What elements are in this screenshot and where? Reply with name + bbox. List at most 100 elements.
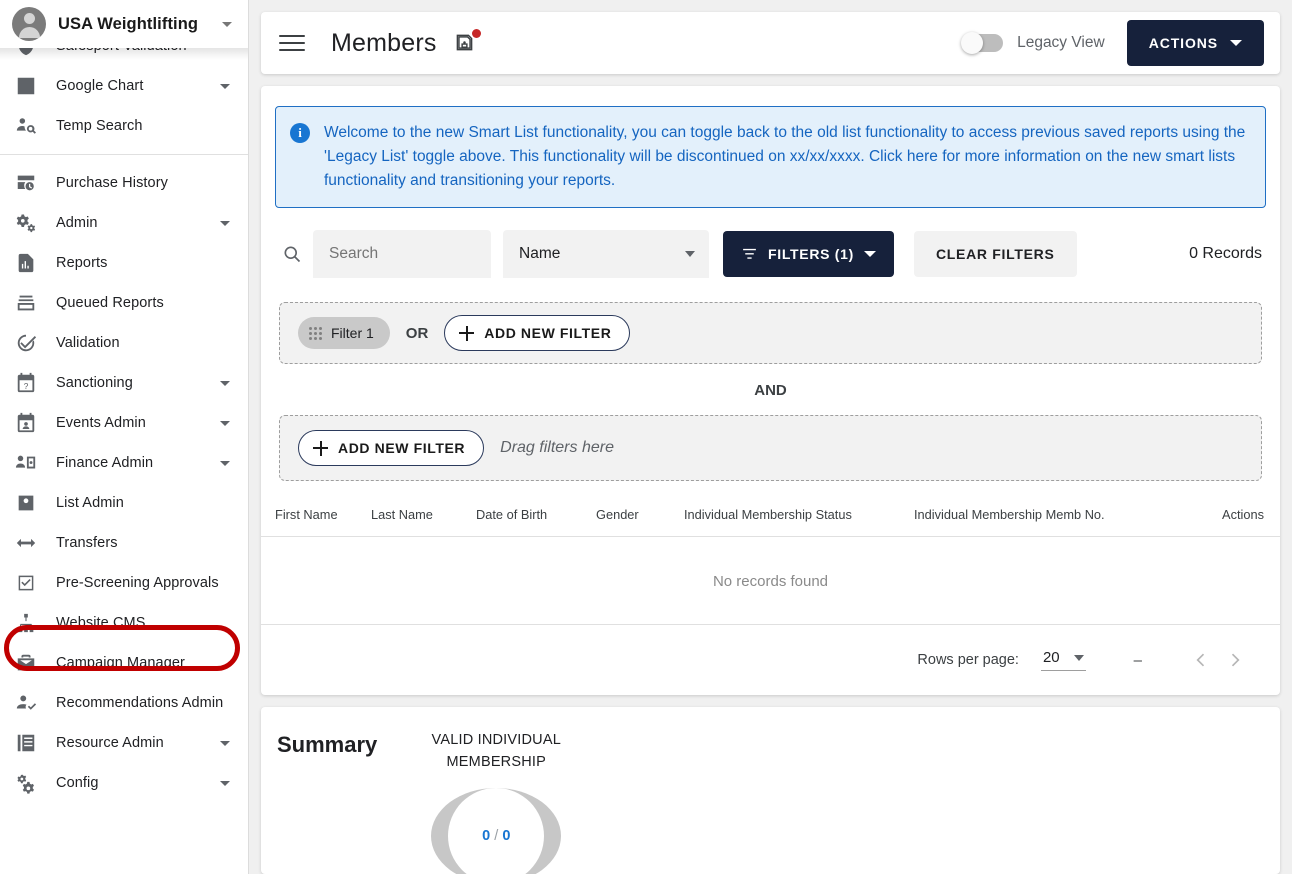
page-title: Members: [331, 28, 437, 57]
hamburger-icon[interactable]: [279, 33, 305, 53]
receipt-clock-icon: [14, 171, 38, 195]
column-gender[interactable]: Gender: [596, 507, 684, 537]
drag-handle-icon[interactable]: [309, 326, 322, 340]
sidebar-item-sanctioning[interactable]: ? Sanctioning: [0, 363, 248, 403]
column-actions[interactable]: Actions: [1179, 507, 1280, 537]
sidebar-item-label: Queued Reports: [56, 295, 164, 311]
chevron-down-icon: [864, 251, 876, 257]
sidebar-item-finance-admin[interactable]: Finance Admin: [0, 443, 248, 483]
donut-chart: 0 / 0: [431, 788, 562, 874]
calendar-person-icon: [14, 411, 38, 435]
column-individual-membership-status[interactable]: Individual Membership Status: [684, 507, 914, 537]
sidebar-group-1: Google Chart Temp Search: [0, 66, 248, 146]
filter-chip[interactable]: Filter 1: [298, 317, 390, 349]
sidebar-item-queued-reports[interactable]: Queued Reports: [0, 283, 248, 323]
members-table: First Name Last Name Date of Birth Gende…: [261, 507, 1280, 625]
id-badge-icon: [14, 491, 38, 515]
clear-filters-button[interactable]: CLEAR FILTERS: [914, 231, 1077, 277]
chevron-down-icon[interactable]: [220, 740, 230, 746]
sidebar-item-label: Resource Admin: [56, 735, 164, 751]
save-list-button[interactable]: [455, 29, 481, 56]
summary-title: Summary: [277, 732, 378, 757]
actions-button[interactable]: ACTIONS: [1126, 20, 1264, 66]
sidebar-divider: [0, 154, 248, 155]
empty-row: No records found: [261, 536, 1280, 625]
chevron-down-icon[interactable]: [220, 83, 230, 89]
sidebar-item-label: Google Chart: [56, 78, 144, 94]
sidebar-item-resource-admin[interactable]: Resource Admin: [0, 723, 248, 763]
column-first-name[interactable]: First Name: [261, 507, 371, 537]
line-chart-icon: [14, 74, 38, 98]
sidebar-item-config[interactable]: Config: [0, 763, 248, 803]
sidebar-item-website-cms[interactable]: Website CMS: [0, 603, 248, 643]
add-filter-label: ADD NEW FILTER: [338, 440, 466, 456]
legacy-view-label: Legacy View: [1017, 34, 1105, 51]
add-new-filter-button-or[interactable]: ADD NEW FILTER: [444, 315, 631, 351]
summary-card: Summary VALID INDIVIDUAL MEMBERSHIP 0 / …: [261, 707, 1280, 874]
filters-button[interactable]: FILTERS (1): [723, 231, 894, 277]
filter-chip-label: Filter 1: [331, 325, 374, 341]
no-records-message: No records found: [261, 536, 1280, 625]
sidebar-item-label: Admin: [56, 215, 98, 231]
add-new-filter-button-and[interactable]: ADD NEW FILTER: [298, 430, 485, 466]
plus-icon: [313, 440, 328, 456]
org-switcher[interactable]: USA Weightlifting: [0, 0, 248, 48]
donut-hole: 0 / 0: [448, 788, 545, 874]
search-input[interactable]: [313, 230, 491, 278]
check-circle-icon: [14, 331, 38, 355]
list-card: i Welcome to the new Smart List function…: [261, 86, 1280, 695]
sidebar-item-label: Campaign Manager: [56, 655, 185, 671]
chevron-down-icon[interactable]: [220, 420, 230, 426]
plus-icon: [459, 325, 475, 341]
sidebar-item-safesport-validation[interactable]: Safesport Validation: [0, 48, 248, 66]
sidebar-item-transfers[interactable]: Transfers: [0, 523, 248, 563]
sidebar-item-validation[interactable]: Validation: [0, 323, 248, 363]
donut-value-total: 0: [502, 828, 511, 844]
sidebar-item-reports[interactable]: Reports: [0, 243, 248, 283]
rows-per-page-select[interactable]: 20: [1040, 649, 1086, 671]
filter-group-or-dropzone[interactable]: Filter 1 OR ADD NEW FILTER: [279, 302, 1262, 364]
sidebar-item-label: Purchase History: [56, 175, 168, 191]
sidebar-item-admin[interactable]: Admin: [0, 203, 248, 243]
sitemap-icon: [14, 611, 38, 635]
search-filter-toolbar: Name FILTERS (1) CLEAR FILTERS 0 Records: [261, 208, 1280, 278]
chevron-down-icon[interactable]: [220, 460, 230, 466]
sidebar-item-google-chart[interactable]: Google Chart: [0, 66, 248, 106]
gears-icon: [14, 211, 38, 235]
calendar-question-icon: ?: [14, 371, 38, 395]
chevron-down-icon[interactable]: [220, 780, 230, 786]
sidebar-scroll[interactable]: Safesport Validation Google Chart Temp S…: [0, 48, 248, 874]
chevron-down-icon[interactable]: [220, 380, 230, 386]
sidebar-item-pre-screening-approvals[interactable]: Pre-Screening Approvals: [0, 563, 248, 603]
arrows-horizontal-icon: [14, 531, 38, 555]
column-last-name[interactable]: Last Name: [371, 507, 476, 537]
chevron-down-icon[interactable]: [220, 220, 230, 226]
unsaved-changes-badge: [471, 29, 481, 38]
sidebar-item-label: Temp Search: [56, 118, 143, 134]
sidebar-item-campaign-manager[interactable]: Campaign Manager: [0, 643, 248, 683]
sidebar-item-events-admin[interactable]: Events Admin: [0, 403, 248, 443]
search-field-select[interactable]: Name: [503, 230, 709, 278]
column-date-of-birth[interactable]: Date of Birth: [476, 507, 596, 537]
chevron-down-icon[interactable]: [222, 21, 232, 27]
previous-page-button[interactable]: [1184, 643, 1218, 677]
filter-funnel-icon: [741, 246, 758, 263]
sidebar-item-temp-search[interactable]: Temp Search: [0, 106, 248, 146]
sidebar-item-purchase-history[interactable]: Purchase History: [0, 163, 248, 203]
checkbox-icon: [14, 571, 38, 595]
app-root: USA Weightlifting Safesport Validation: [0, 0, 1292, 874]
sidebar-item-list-admin[interactable]: List Admin: [0, 483, 248, 523]
sidebar-item-recommendations-admin[interactable]: Recommendations Admin: [0, 683, 248, 723]
sidebar-item-label: Reports: [56, 255, 108, 271]
shield-check-icon: [14, 48, 38, 58]
sidebar-item-label: List Admin: [56, 495, 124, 511]
sidebar-item-label: Validation: [56, 335, 120, 351]
sidebar-item-label: Sanctioning: [56, 375, 133, 391]
briefcase-mail-icon: [14, 651, 38, 675]
table-header-row: First Name Last Name Date of Birth Gende…: [261, 507, 1280, 537]
filter-group-and-dropzone[interactable]: ADD NEW FILTER Drag filters here: [279, 415, 1262, 481]
legacy-view-toggle[interactable]: [961, 32, 1004, 54]
next-page-button[interactable]: [1218, 643, 1252, 677]
column-individual-membership-memb-no[interactable]: Individual Membership Memb No.: [914, 507, 1179, 537]
main-content: Members Legacy View ACTIONS i Welcome to…: [249, 0, 1292, 874]
